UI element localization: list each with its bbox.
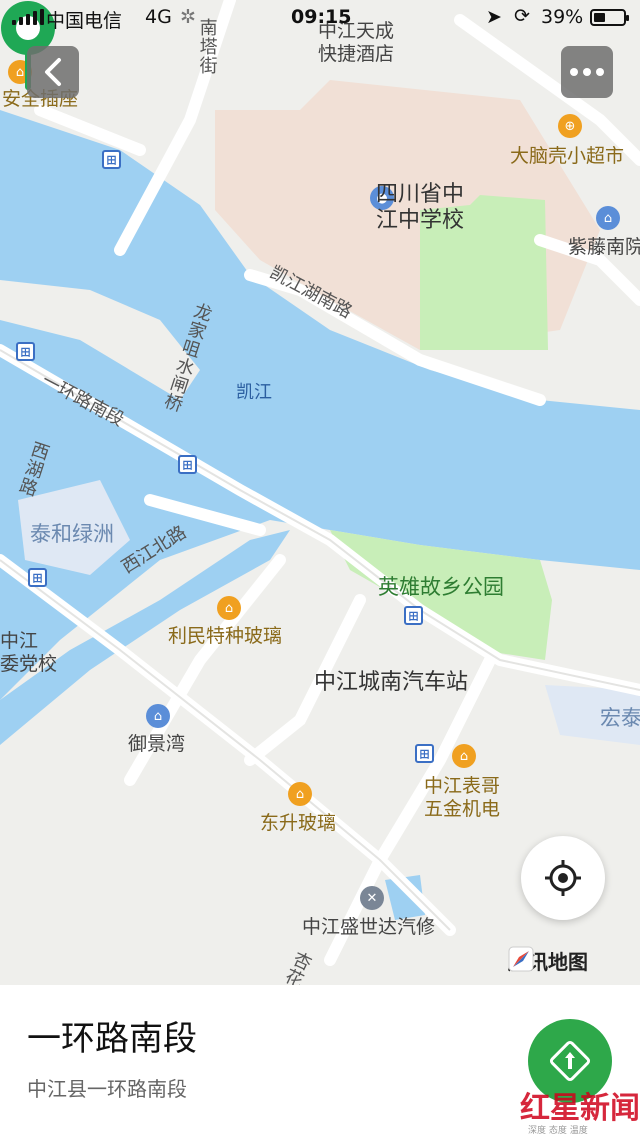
watermark-tagline: 深度 态度 温度: [528, 1126, 588, 1136]
map-label-yujing[interactable]: 御景湾: [128, 733, 185, 756]
place-info-sheet[interactable]: 一环路南段 中江县一环路南段 红星新闻 深度 态度 温度: [0, 985, 640, 1138]
bus-stop-icon[interactable]: 田: [102, 150, 121, 169]
chevron-left-icon: [45, 58, 61, 86]
map-label-dongsheng[interactable]: 东升玻璃: [260, 812, 336, 835]
clock-label: 09:15: [291, 6, 352, 28]
battery-percent-label: 39%: [541, 6, 584, 28]
map-label-taihe[interactable]: 泰和绿洲: [30, 522, 114, 547]
battery-level: [594, 13, 605, 22]
bus-stop-icon[interactable]: 田: [28, 568, 47, 587]
dongsheng-poi-icon[interactable]: ⌂: [288, 782, 312, 806]
location-arrow-icon: ➤: [486, 6, 502, 28]
map-view[interactable]: 中江天成 快捷酒店 ⌂ 安全插座 ⊕ 大脑壳小超市 ● 四川省中 江中学校 ⌂ …: [0, 0, 640, 985]
compass-icon: [508, 946, 534, 972]
bus-stop-icon[interactable]: 田: [178, 455, 197, 474]
status-bar: 中国电信 4G ✲ 09:15 ➤ ⟳ 39%: [0, 0, 640, 36]
yujing-poi-icon[interactable]: ⌂: [146, 704, 170, 728]
rotation-lock-icon: ⟳: [514, 5, 530, 27]
bus-stop-icon[interactable]: 田: [16, 342, 35, 361]
network-type-label: 4G: [145, 6, 172, 28]
back-button[interactable]: [27, 46, 79, 98]
map-label-supermarket[interactable]: 大脑壳小超市: [510, 145, 624, 168]
map-label-shengshida[interactable]: 中江盛世达汽修: [302, 916, 435, 939]
signal-strength-icon: [12, 9, 44, 25]
map-label-hong[interactable]: 宏泰: [600, 706, 640, 731]
bus-stop-icon[interactable]: 田: [404, 606, 423, 625]
map-brand: 腾讯地图: [508, 946, 588, 975]
biaoge-poi-icon[interactable]: ⌂: [452, 744, 476, 768]
shengshida-poi-icon[interactable]: ✕: [360, 886, 384, 910]
crosshair-icon: [545, 860, 581, 896]
place-address: 中江县一环路南段: [27, 1077, 187, 1101]
zitengnan-poi-icon[interactable]: ⌂: [596, 206, 620, 230]
map-label-bus-station[interactable]: 中江城南汽车站: [314, 670, 468, 696]
map-label-park[interactable]: 英雄故乡公园: [378, 575, 504, 600]
map-label-party-school[interactable]: 中江 委党校: [0, 630, 57, 676]
locate-me-button[interactable]: [521, 836, 605, 920]
supermarket-poi-icon[interactable]: ⊕: [558, 114, 582, 138]
more-button[interactable]: [561, 46, 613, 98]
watermark-logo: 红星新闻: [520, 1091, 640, 1126]
limin-poi-icon[interactable]: ⌂: [217, 596, 241, 620]
place-name: 一环路南段: [27, 1019, 197, 1059]
map-label-limin[interactable]: 利民特种玻璃: [168, 625, 282, 648]
map-label-school[interactable]: 四川省中 江中学校: [376, 182, 464, 235]
more-dots-icon: [570, 68, 604, 76]
map-label-zitengnan[interactable]: 紫藤南院: [568, 236, 640, 259]
navigate-arrow-icon: [549, 1040, 591, 1082]
map-label-river: 凯江: [236, 382, 272, 403]
loading-spinner-icon: ✲: [180, 6, 196, 28]
bus-stop-icon[interactable]: 田: [415, 744, 434, 763]
carrier-label: 中国电信: [46, 10, 123, 32]
battery-icon: [590, 9, 629, 26]
map-label-biaoge[interactable]: 中江表哥 五金机电: [424, 775, 500, 821]
